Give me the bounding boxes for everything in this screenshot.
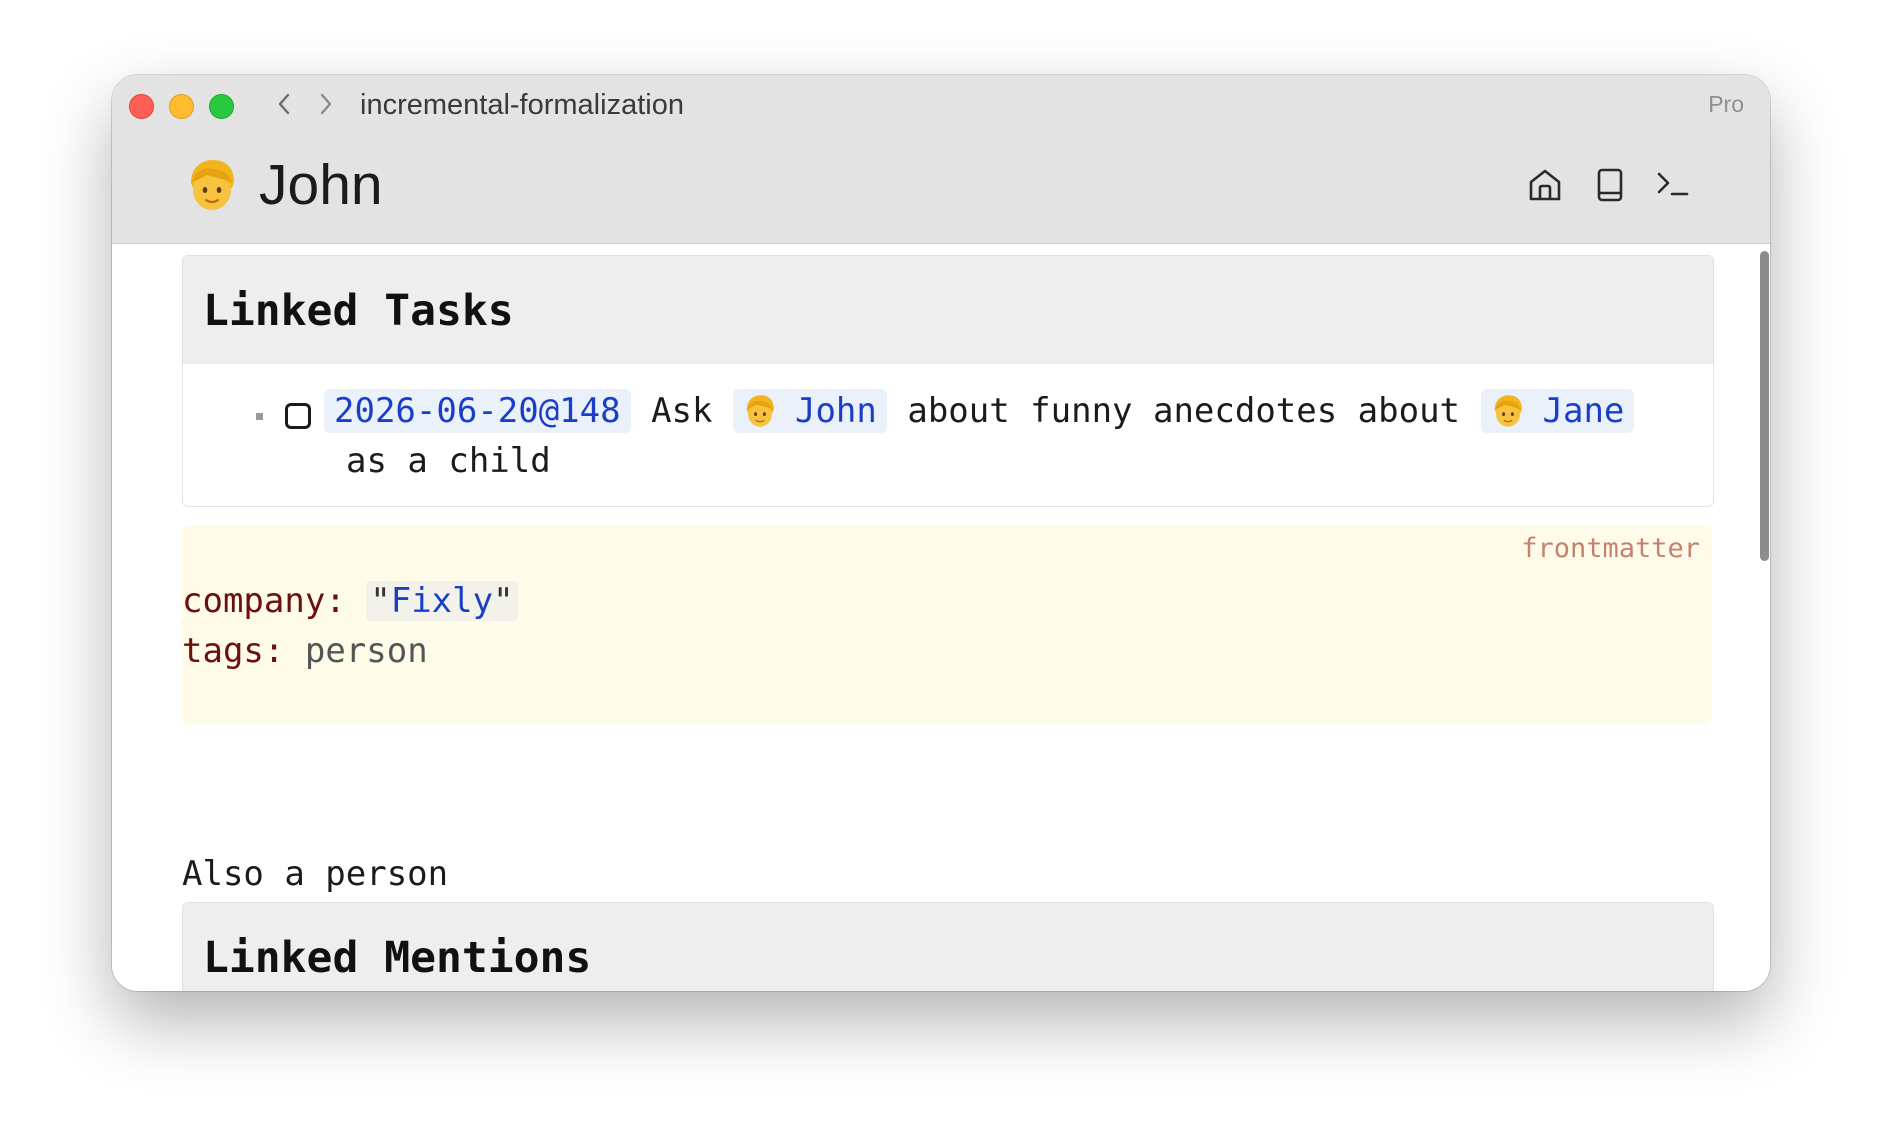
mention-john-label: John (794, 391, 877, 431)
task-checkbox[interactable] (285, 403, 311, 429)
list-bullet (256, 413, 263, 420)
linked-mentions-header: Linked Mentions (183, 903, 1713, 991)
frontmatter-tags-line: tags: person (182, 626, 428, 676)
mention-john-chip[interactable]: John (732, 389, 887, 433)
person-blond-icon (1494, 395, 1522, 427)
frontmatter-tags-key: tags: (182, 631, 285, 671)
back-button[interactable] (269, 87, 299, 121)
mention-jane-chip[interactable]: Jane (1480, 389, 1635, 433)
frontmatter-company-value[interactable]: "Fixly" (366, 581, 518, 621)
person-blond-icon (191, 160, 234, 210)
editor-content[interactable]: Linked Tasks 2026-06-20@148 Ask John abo… (112, 244, 1770, 991)
body-paragraph: Also a person (182, 854, 449, 894)
book-icon[interactable] (1591, 166, 1629, 204)
page-heading: John (185, 153, 383, 217)
frontmatter-tags-value: person (304, 631, 428, 671)
task-text-middle: about funny anecdotes about (907, 391, 1461, 431)
linked-tasks-panel: Linked Tasks 2026-06-20@148 Ask John abo… (182, 255, 1714, 507)
linked-tasks-header: Linked Tasks (183, 256, 1713, 364)
zoom-window-button[interactable] (209, 94, 234, 119)
pro-badge[interactable]: Pro (1708, 91, 1744, 118)
chevron-left-icon (278, 93, 290, 115)
title-bar: incremental-formalization Pro John (112, 75, 1770, 244)
company-link[interactable]: Fixly (391, 581, 493, 621)
task-date-chip[interactable]: 2026-06-20@148 (324, 389, 631, 433)
frontmatter-block[interactable]: frontmatter company: "Fixly" tags: perso… (182, 525, 1712, 724)
close-window-button[interactable] (129, 94, 154, 119)
linked-mentions-panel: Linked Mentions (182, 902, 1714, 991)
linked-tasks-title: Linked Tasks (203, 286, 514, 336)
home-icon[interactable] (1526, 166, 1564, 204)
page-title: John (259, 153, 383, 217)
person-blond-icon (746, 395, 774, 427)
task-text-line: 2026-06-20@148 Ask John about funny anec… (324, 386, 1635, 436)
vertical-scrollbar[interactable] (1760, 251, 1769, 561)
minimize-window-button[interactable] (169, 94, 194, 119)
task-text-tail: as a child (346, 441, 551, 481)
terminal-icon[interactable] (1654, 166, 1692, 204)
chevron-right-icon (320, 93, 332, 115)
mention-jane-label: Jane (1542, 391, 1625, 431)
task-text-ask: Ask (651, 391, 713, 431)
task-item: 2026-06-20@148 Ask John about funny anec… (183, 364, 1713, 506)
linked-mentions-title: Linked Mentions (203, 933, 592, 983)
frontmatter-company-line: company: "Fixly" (182, 576, 518, 626)
frontmatter-company-key: company: (182, 581, 346, 621)
window-title: incremental-formalization (360, 89, 684, 121)
forward-button[interactable] (311, 87, 341, 121)
frontmatter-label: frontmatter (1521, 533, 1700, 564)
app-window: incremental-formalization Pro John Linke… (112, 75, 1770, 991)
